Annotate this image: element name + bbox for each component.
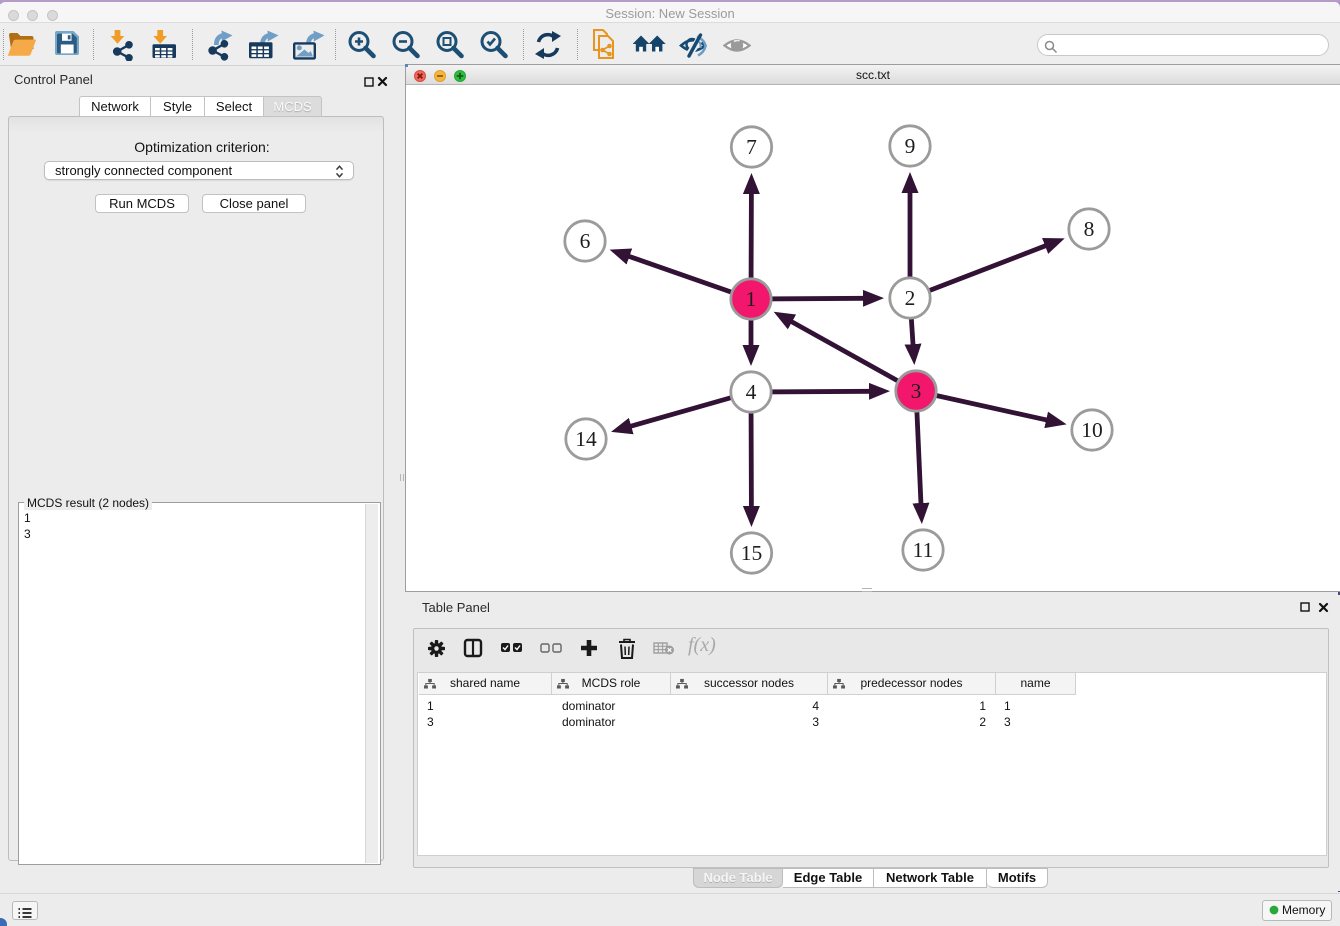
svg-text:10: 10 [1081,418,1103,442]
svg-text:7: 7 [746,135,757,159]
svg-text:14: 14 [575,427,597,451]
svg-text:1: 1 [746,287,757,311]
svg-text:2: 2 [905,286,916,310]
svg-text:11: 11 [913,538,934,562]
svg-text:3: 3 [911,379,922,403]
svg-text:9: 9 [905,134,916,158]
svg-text:15: 15 [741,541,763,565]
svg-text:8: 8 [1084,217,1095,241]
svg-text:6: 6 [580,229,591,253]
svg-text:4: 4 [746,380,757,404]
